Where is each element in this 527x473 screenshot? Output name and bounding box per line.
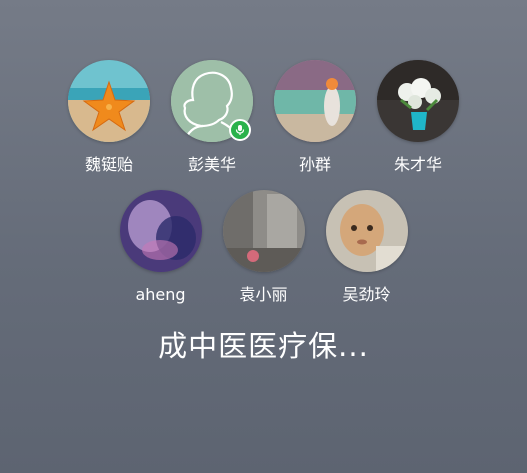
member-yuanxiaoli[interactable]: 袁小丽	[222, 190, 305, 305]
baby-photo-icon	[325, 190, 408, 272]
member-name: 孙群	[298, 155, 331, 174]
avatar	[325, 190, 408, 272]
member-sunqun[interactable]: 孙群	[274, 60, 357, 175]
flower-vase-photo-icon	[377, 60, 459, 142]
member-wujinling[interactable]: 吴劲玲	[325, 190, 408, 305]
blurred-photo-icon	[119, 190, 202, 272]
member-name: aheng	[135, 285, 186, 304]
member-name: 朱才华	[393, 155, 442, 174]
starfish-photo-icon	[68, 60, 150, 142]
member-name: 彭美华	[187, 155, 236, 174]
member-name: 魏铤贻	[84, 155, 133, 174]
member-name: 吴劲玲	[342, 285, 391, 304]
member-zhucaihua[interactable]: 朱才华	[377, 60, 460, 175]
group-name: 成中医医疗保...	[158, 329, 369, 363]
members-row-1: 魏铤贻 彭美华 孙群 朱才华	[0, 60, 527, 175]
avatar	[119, 190, 202, 272]
members-row-2: aheng 袁小丽 吴劲玲	[0, 190, 527, 305]
avatar	[377, 60, 459, 142]
member-pengmeihua[interactable]: 彭美华	[171, 60, 254, 175]
member-aheng[interactable]: aheng	[119, 190, 202, 305]
speaking-mic-icon	[229, 119, 251, 141]
avatar	[274, 60, 356, 142]
avatar	[68, 60, 150, 142]
room-photo-icon	[222, 190, 305, 272]
member-weitingyi[interactable]: 魏铤贻	[68, 60, 151, 175]
poolside-photo-icon	[274, 60, 356, 142]
avatar	[222, 190, 305, 272]
member-name: 袁小丽	[239, 285, 288, 304]
